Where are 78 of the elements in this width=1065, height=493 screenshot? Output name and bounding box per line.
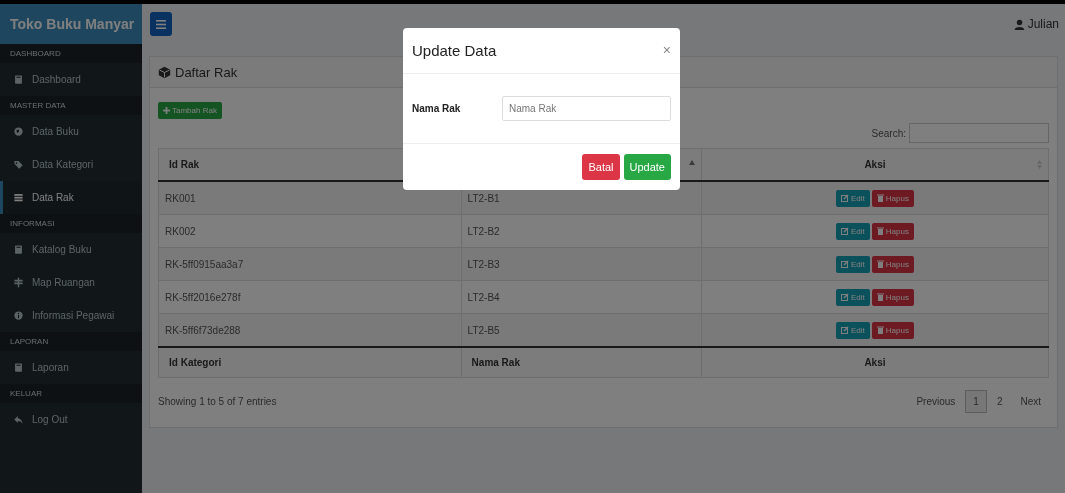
edit-button[interactable]: Edit xyxy=(836,288,870,306)
delete-button[interactable]: Hapus xyxy=(871,189,914,207)
entries-info: Showing 1 to 5 of 7 entries xyxy=(158,396,277,407)
edit-icon xyxy=(841,194,849,202)
sidebar-item[interactable]: Laporan xyxy=(0,351,142,384)
sidebar-section-header: KELUAR xyxy=(0,384,142,403)
table-cell: LT2-B4 xyxy=(461,280,702,314)
book-icon xyxy=(13,74,24,85)
previous-link[interactable]: Previous xyxy=(908,390,964,413)
reply-arrow-icon xyxy=(13,414,24,425)
book-icon xyxy=(13,244,24,255)
column-footer: Id Kategori xyxy=(158,347,462,378)
edit-button[interactable]: Edit xyxy=(836,255,870,273)
edit-button[interactable]: Edit xyxy=(836,321,870,339)
sidebar-section-header: MASTER DATA xyxy=(0,96,142,115)
sidebar-item[interactable]: Data Kategori xyxy=(0,148,142,181)
sidebar-item[interactable]: Data Buku xyxy=(0,115,142,148)
column-footer: Nama Rak xyxy=(461,347,702,378)
table-cell: RK-5ff2016e278f xyxy=(158,280,462,314)
info-icon xyxy=(13,310,24,321)
next-link[interactable]: Next xyxy=(1012,390,1049,413)
sidebar-item[interactable]: Informasi Pegawai xyxy=(0,299,142,332)
list-icon xyxy=(13,192,24,203)
sidebar-item[interactable]: Katalog Buku xyxy=(0,233,142,266)
brand-title: Toko Buku Manyar xyxy=(0,4,142,44)
edit-icon xyxy=(841,326,849,334)
update-button[interactable]: Update xyxy=(623,154,671,180)
plus-icon xyxy=(163,107,170,114)
cube-icon xyxy=(158,65,171,79)
menu-button[interactable] xyxy=(150,12,172,36)
trash-icon xyxy=(876,227,884,235)
page-button[interactable]: 2 xyxy=(988,390,1011,413)
delete-button[interactable]: Hapus xyxy=(871,255,914,273)
sidebar-item[interactable]: Log Out xyxy=(0,403,142,436)
field-label: Nama Rak xyxy=(412,103,462,114)
delete-button[interactable]: Hapus xyxy=(871,288,914,306)
add-button[interactable]: Tambah Rak xyxy=(158,102,222,119)
table-cell: RK-5ff0915aa3a7 xyxy=(158,247,462,281)
trash-icon xyxy=(876,260,884,268)
cancel-button[interactable]: Batal xyxy=(582,154,620,180)
sidebar-item[interactable]: Dashboard xyxy=(0,63,142,96)
name-input-field[interactable]: Nama Rak xyxy=(502,96,671,121)
edit-button[interactable]: Edit xyxy=(836,189,870,207)
table-cell: LT2-B2 xyxy=(461,214,702,248)
table-cell: LT2-B5 xyxy=(461,313,702,347)
column-header[interactable]: Aksi xyxy=(701,148,1049,181)
delete-button[interactable]: Hapus xyxy=(871,222,914,240)
sidebar-section-header: LAPORAN xyxy=(0,332,142,351)
table-cell: RK-5ff6f73de288 xyxy=(158,313,462,347)
edit-icon xyxy=(841,227,849,235)
sidebar-section-header: DASHBOARD xyxy=(0,44,142,63)
card-title: Daftar Rak xyxy=(175,64,238,80)
edit-icon xyxy=(841,260,849,268)
table-cell: RK002 xyxy=(158,214,462,248)
globe-icon xyxy=(13,126,24,137)
page-button[interactable]: 1 xyxy=(965,390,987,413)
close-button[interactable]: × xyxy=(662,42,671,58)
sidebar-item[interactable]: Map Ruangan xyxy=(0,266,142,299)
sort-ascending-icon xyxy=(688,160,695,165)
user-icon xyxy=(1013,18,1025,30)
trash-icon xyxy=(876,293,884,301)
signpost-icon xyxy=(13,277,24,288)
table-cell: RK001 xyxy=(158,181,462,215)
trash-icon xyxy=(876,194,884,202)
user-name[interactable]: Julian xyxy=(1027,17,1059,31)
edit-button[interactable]: Edit xyxy=(836,222,870,240)
column-footer: Aksi xyxy=(701,347,1049,378)
table-cell: LT2-B3 xyxy=(461,247,702,281)
search-label: Search: xyxy=(871,127,906,139)
delete-button[interactable]: Hapus xyxy=(871,321,914,339)
search-field[interactable] xyxy=(909,123,1049,143)
tags-icon xyxy=(13,159,24,170)
dialog-title: Update Data xyxy=(412,42,497,59)
menu-icon xyxy=(156,19,166,29)
sidebar-section-header: INFORMASI xyxy=(0,214,142,233)
book-icon xyxy=(13,362,24,373)
trash-icon xyxy=(876,326,884,334)
edit-icon xyxy=(841,293,849,301)
